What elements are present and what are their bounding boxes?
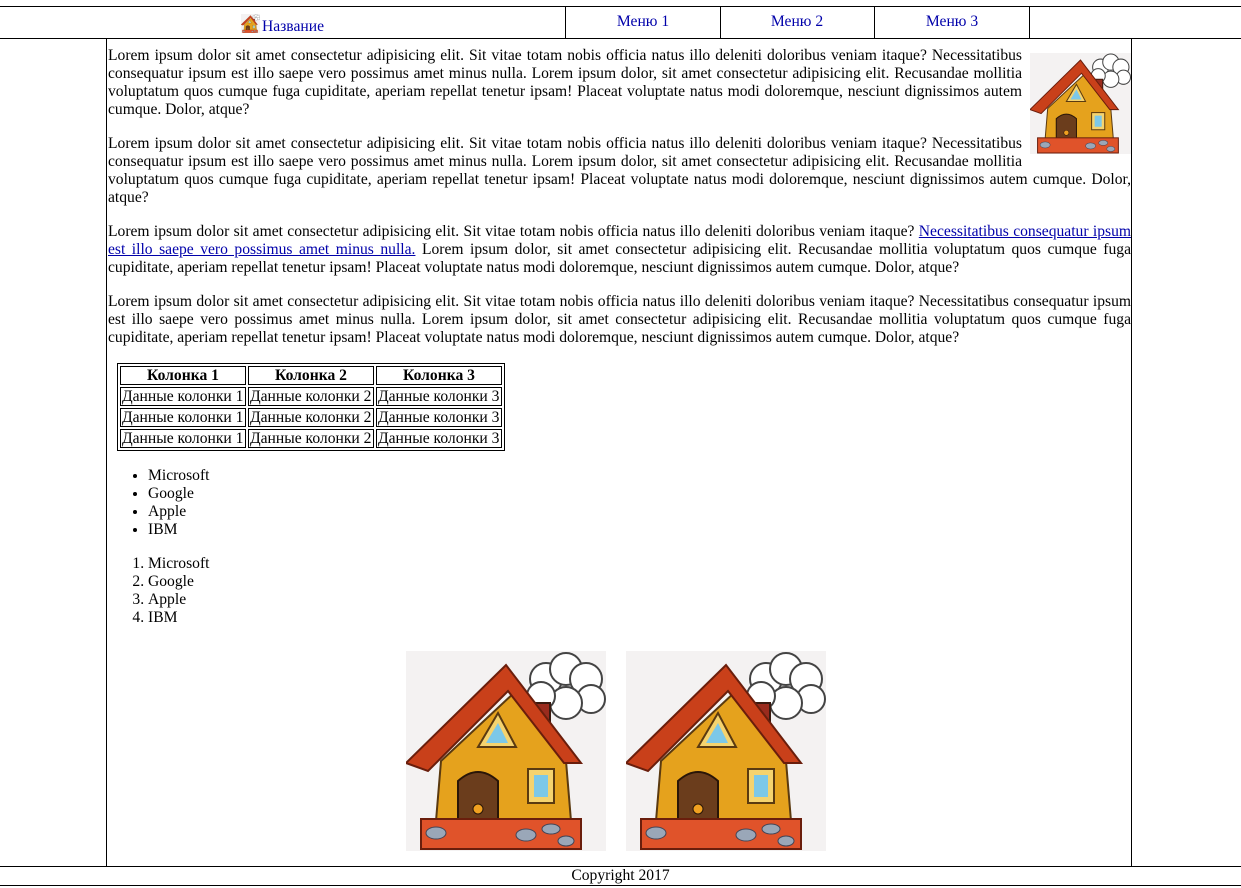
- list-item: Apple: [148, 503, 1131, 521]
- image-gallery: [405, 650, 846, 856]
- paragraph-4: Lorem ipsum dolor sit amet consectetur a…: [108, 293, 1131, 346]
- table-row: Данные колонки 1 Данные колонки 2 Данные…: [120, 387, 502, 406]
- table-cell: Данные колонки 1: [120, 408, 246, 427]
- table-row: Данные колонки 1 Данные колонки 2 Данные…: [120, 408, 502, 427]
- content-area: Lorem ipsum dolor sit amet consectetur a…: [108, 47, 1131, 627]
- menu-item-1-cell: Меню 1: [566, 7, 721, 38]
- house-image: [625, 650, 827, 852]
- list-item: Apple: [148, 591, 1131, 609]
- footer: Copyright 2017: [0, 866, 1241, 886]
- main-content: Lorem ipsum dolor sit amet consectetur a…: [106, 39, 1132, 867]
- list-item: Microsoft: [148, 555, 1131, 573]
- table-cell: Данные колонки 2: [248, 387, 374, 406]
- menu-link-1[interactable]: Меню 1: [617, 13, 669, 30]
- list-item: Google: [148, 573, 1131, 591]
- data-table: Колонка 1 Колонка 2 Колонка 3 Данные кол…: [117, 363, 505, 451]
- paragraph-2: Lorem ipsum dolor sit amet consectetur a…: [108, 135, 1131, 206]
- house-image: [1030, 53, 1131, 154]
- menu-link-3[interactable]: Меню 3: [926, 13, 978, 30]
- list-item: Google: [148, 485, 1131, 503]
- house-icon: [240, 13, 261, 34]
- menu-item-3-cell: Меню 3: [875, 7, 1030, 38]
- table-cell: Данные колонки 3: [376, 387, 502, 406]
- unordered-list: Microsoft Google Apple IBM: [108, 467, 1131, 539]
- table-header: Колонка 1: [120, 366, 246, 385]
- table-cell: Данные колонки 1: [120, 387, 246, 406]
- table-cell: Данные колонки 3: [376, 408, 502, 427]
- table-cell: Данные колонки 1: [120, 429, 246, 448]
- table-row: Данные колонки 1 Данные колонки 2 Данные…: [120, 429, 502, 448]
- header: Название Меню 1 Меню 2 Меню 3: [0, 6, 1241, 39]
- paragraph-3: Lorem ipsum dolor sit amet consectetur a…: [108, 223, 1131, 277]
- menu-link-2[interactable]: Меню 2: [771, 13, 823, 30]
- paragraph-1: Lorem ipsum dolor sit amet consectetur a…: [108, 47, 1022, 118]
- table-cell: Данные колонки 3: [376, 429, 502, 448]
- table-cell: Данные колонки 2: [248, 408, 374, 427]
- table-header-row: Колонка 1 Колонка 2 Колонка 3: [120, 366, 502, 385]
- ordered-list: Microsoft Google Apple IBM: [108, 555, 1131, 627]
- table-cell: Данные колонки 2: [248, 429, 374, 448]
- table-header: Колонка 2: [248, 366, 374, 385]
- paragraph-3-text-start: Lorem ipsum dolor sit amet consectetur a…: [108, 223, 919, 240]
- logo-link[interactable]: Название: [240, 13, 325, 36]
- list-item: IBM: [148, 609, 1131, 627]
- header-empty-cell: [1030, 7, 1241, 38]
- copyright-text: Copyright 2017: [571, 867, 670, 884]
- house-image: [405, 650, 607, 852]
- logo-label: Название: [261, 18, 325, 35]
- list-item: IBM: [148, 521, 1131, 539]
- table-header: Колонка 3: [376, 366, 502, 385]
- list-item: Microsoft: [148, 467, 1131, 485]
- logo-cell: Название: [0, 7, 566, 38]
- menu-item-2-cell: Меню 2: [720, 7, 875, 38]
